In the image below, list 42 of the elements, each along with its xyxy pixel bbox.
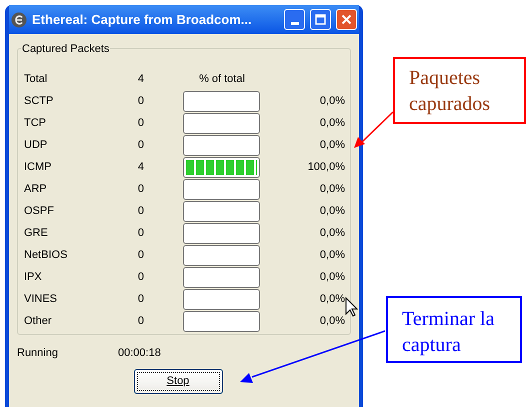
packet-count: 0 <box>136 292 144 307</box>
packet-count: 4 <box>136 160 144 175</box>
protocol-label: SCTP <box>24 94 54 109</box>
packet-count: 0 <box>136 138 144 153</box>
total-count: 4 <box>136 72 144 87</box>
packet-count: 0 <box>136 116 144 131</box>
packet-count: 0 <box>136 226 144 241</box>
protocol-label: GRE <box>24 226 49 241</box>
percent-value: 0,0% <box>318 94 345 109</box>
elapsed-time: 00:00:18 <box>118 346 161 361</box>
percent-value: 0,0% <box>318 182 345 197</box>
protocol-label: NetBIOS <box>24 248 68 263</box>
packet-count: 0 <box>136 314 144 329</box>
percent-value: 100,0% <box>306 160 345 175</box>
status-label: Running <box>17 346 59 361</box>
column-header: % of total <box>198 72 246 87</box>
protocol-label: Other <box>24 314 53 329</box>
percent-value: 0,0% <box>318 116 345 131</box>
packet-count: 0 <box>136 94 144 109</box>
protocol-label: ARP <box>24 182 48 197</box>
packet-count: 0 <box>136 204 144 219</box>
percent-value: 0,0% <box>318 204 345 219</box>
percent-value: 0,0% <box>318 270 345 285</box>
percent-value: 0,0% <box>318 292 345 307</box>
callout-text: Paquetes capurados <box>409 67 490 115</box>
group-title: Captured Packets <box>21 41 110 58</box>
protocol-label: TCP <box>24 116 47 131</box>
callout-text: Terminar la captura <box>402 308 494 356</box>
percent-value: 0,0% <box>318 226 345 241</box>
protocol-label: IPX <box>24 270 43 285</box>
total-label: Total <box>24 72 48 87</box>
protocol-label: VINES <box>24 292 58 307</box>
packet-count: 0 <box>136 270 144 285</box>
packet-count: 0 <box>136 182 144 197</box>
packet-count: 0 <box>136 248 144 263</box>
protocol-label: UDP <box>24 138 48 153</box>
protocol-label: ICMP <box>24 160 52 175</box>
protocol-label: OSPF <box>24 204 55 219</box>
percent-value: 0,0% <box>318 248 345 263</box>
percent-value: 0,0% <box>318 314 345 329</box>
percent-value: 0,0% <box>318 138 345 153</box>
window-title: Ethereal: Capture from Broadcom... <box>32 10 253 29</box>
